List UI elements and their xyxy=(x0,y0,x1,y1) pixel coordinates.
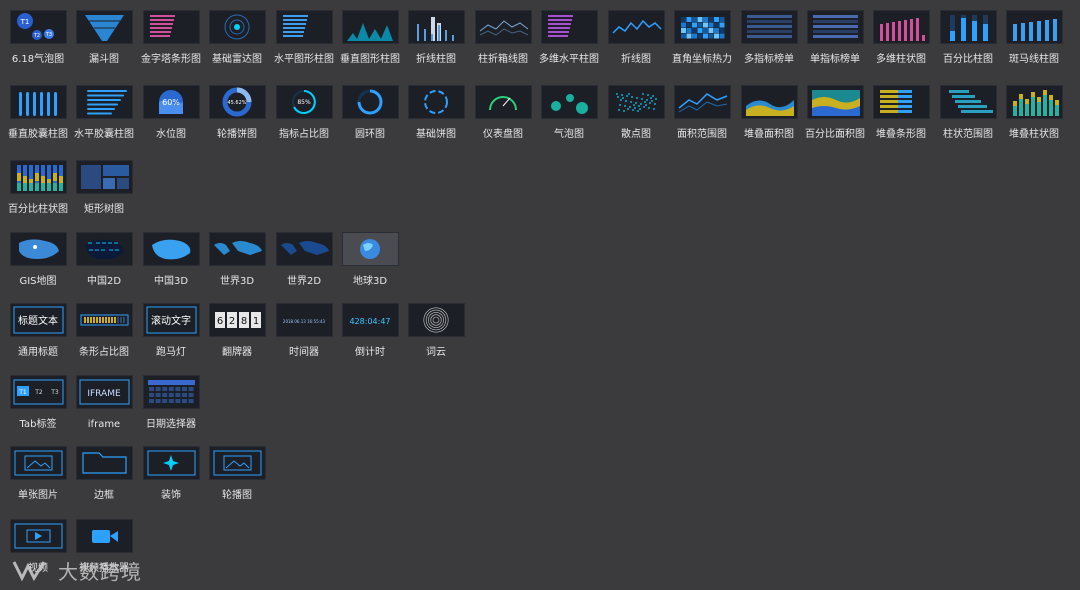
cartesian-heatmap-thumbnail-icon xyxy=(674,10,731,44)
column-range-chart-thumbnail-icon xyxy=(940,85,997,119)
svg-text:滚动文字: 滚动文字 xyxy=(151,314,191,327)
stacked-column-chart-thumbnail-icon xyxy=(1006,85,1063,119)
basic-pie-chart-thumbnail-icon xyxy=(408,85,465,119)
percent-column-chart-thumbnail-icon xyxy=(10,160,67,194)
multi-horizontal-bar-thumbnail-icon xyxy=(541,10,598,44)
video-player-thumbnail-icon xyxy=(76,519,133,553)
earth-3d-label: 地球3D xyxy=(352,276,388,287)
earth-3d-thumbnail-icon xyxy=(342,232,399,266)
svg-text:45.62%: 45.62% xyxy=(227,100,246,106)
tab-label-thumbnail-icon: T1 T2 T3 xyxy=(10,375,67,409)
image-carousel-thumbnail-icon xyxy=(209,446,266,480)
stacked-bar-chart-thumbnail-icon xyxy=(873,85,930,119)
iframe-thumbnail-icon: IFRAME xyxy=(76,375,133,409)
svg-text:T3: T3 xyxy=(45,32,52,38)
date-picker-thumbnail-icon xyxy=(143,375,200,409)
svg-text:T1: T1 xyxy=(18,389,27,396)
component-image-carousel[interactable]: 轮播图 xyxy=(204,446,270,501)
word-cloud-label: 词云 xyxy=(426,347,446,358)
percent-bar-chart-thumbnail-icon xyxy=(940,10,997,44)
svg-text:6: 6 xyxy=(217,316,223,327)
vertical-shape-bar-thumbnail-icon xyxy=(342,10,399,44)
carousel-pie-thumbnail-icon: 45.62% xyxy=(209,85,266,119)
component-word-cloud[interactable]: 词云 xyxy=(403,303,469,358)
component-zebra-bar-chart[interactable]: 斑马线柱图 xyxy=(1001,10,1067,65)
horizontal-shape-bar-thumbnail-icon xyxy=(276,10,333,44)
gauge-chart-thumbnail-icon xyxy=(475,85,532,119)
zebra-bar-chart-thumbnail-icon xyxy=(1006,10,1063,44)
svg-text:8: 8 xyxy=(241,316,247,327)
line-bar-chart-thumbnail-icon xyxy=(408,10,465,44)
svg-text:60%: 60% xyxy=(162,98,180,107)
percent-area-chart-thumbnail-icon xyxy=(807,85,864,119)
stacked-column-chart-label: 堆叠柱状图 xyxy=(1009,129,1059,140)
svg-text:IFRAME: IFRAME xyxy=(87,389,121,399)
svg-text:2: 2 xyxy=(229,316,235,327)
gis-map-thumbnail-icon xyxy=(10,232,67,266)
treemap-chart-thumbnail-icon xyxy=(76,160,133,194)
ring-chart-thumbnail-icon xyxy=(342,85,399,119)
scatter-chart-thumbnail-icon xyxy=(608,85,665,119)
pyramid-bar-chart-thumbnail-icon xyxy=(143,10,200,44)
image-carousel-label: 轮播图 xyxy=(222,490,252,501)
single-index-ranking-thumbnail-icon xyxy=(807,10,864,44)
zebra-bar-chart-label: 斑马线柱图 xyxy=(1009,54,1059,65)
bar-ratio-chart-thumbnail-icon xyxy=(76,303,133,337)
radar-chart-thumbnail-icon xyxy=(209,10,266,44)
svg-text:1: 1 xyxy=(253,316,259,327)
general-title-thumbnail-icon: 标题文本 xyxy=(10,303,67,337)
bubble-chart-thumbnail-icon: T1 T2 T3 xyxy=(10,10,67,44)
water-level-chart-thumbnail-icon: 60% xyxy=(143,85,200,119)
svg-text:T3: T3 xyxy=(50,389,59,396)
svg-text:428:04:47: 428:04:47 xyxy=(349,317,390,326)
clock-thumbnail-icon: 2018.06.13 16:55:43 xyxy=(276,303,333,337)
area-range-chart-thumbnail-icon xyxy=(674,85,731,119)
horizontal-capsule-bar-thumbnail-icon xyxy=(76,85,133,119)
decoration-thumbnail-icon xyxy=(143,446,200,480)
marquee-thumbnail-icon: 滚动文字 xyxy=(143,303,200,337)
funnel-chart-thumbnail-icon xyxy=(76,10,133,44)
countdown-thumbnail-icon: 428:04:47 xyxy=(342,303,399,337)
world-3d-map-thumbnail-icon xyxy=(209,232,266,266)
bar-line-box-chart-thumbnail-icon xyxy=(475,10,532,44)
flip-counter-thumbnail-icon: 6281 xyxy=(209,303,266,337)
border-thumbnail-icon xyxy=(76,446,133,480)
component-date-picker[interactable]: 日期选择器 xyxy=(138,375,204,430)
watermark: 大数跨境 xyxy=(10,556,142,584)
component-stacked-column-chart[interactable]: 堆叠柱状图 xyxy=(1001,85,1067,140)
treemap-chart-label: 矩形树图 xyxy=(84,204,124,215)
video-thumbnail-icon xyxy=(10,519,67,553)
china-3d-map-thumbnail-icon xyxy=(143,232,200,266)
vertical-capsule-bar-thumbnail-icon xyxy=(10,85,67,119)
watermark-text: 大数跨境 xyxy=(58,559,142,584)
index-ratio-chart-thumbnail-icon: 85% xyxy=(276,85,333,119)
svg-text:T1: T1 xyxy=(20,18,30,26)
multi-bar-chart-thumbnail-icon xyxy=(873,10,930,44)
svg-text:85%: 85% xyxy=(297,99,311,106)
component-earth-3d[interactable]: 地球3D xyxy=(337,232,403,287)
svg-text:标题文本: 标题文本 xyxy=(18,314,58,327)
brand-logo-icon xyxy=(12,561,46,582)
multi-index-ranking-thumbnail-icon xyxy=(741,10,798,44)
single-image-thumbnail-icon xyxy=(10,446,67,480)
world-2d-map-thumbnail-icon xyxy=(276,232,333,266)
word-cloud-thumbnail-icon xyxy=(408,303,465,337)
svg-text:T2: T2 xyxy=(34,389,43,396)
component-treemap-chart[interactable]: 矩形树图 xyxy=(71,160,137,215)
date-picker-label: 日期选择器 xyxy=(146,419,196,430)
china-2d-map-thumbnail-icon xyxy=(76,232,133,266)
svg-text:2018.06.13 16:55:43: 2018.06.13 16:55:43 xyxy=(283,319,326,324)
line-chart-thumbnail-icon xyxy=(608,10,665,44)
svg-text:T2: T2 xyxy=(33,33,40,39)
bubble-scatter-thumbnail-icon xyxy=(541,85,598,119)
stacked-area-chart-thumbnail-icon xyxy=(741,85,798,119)
